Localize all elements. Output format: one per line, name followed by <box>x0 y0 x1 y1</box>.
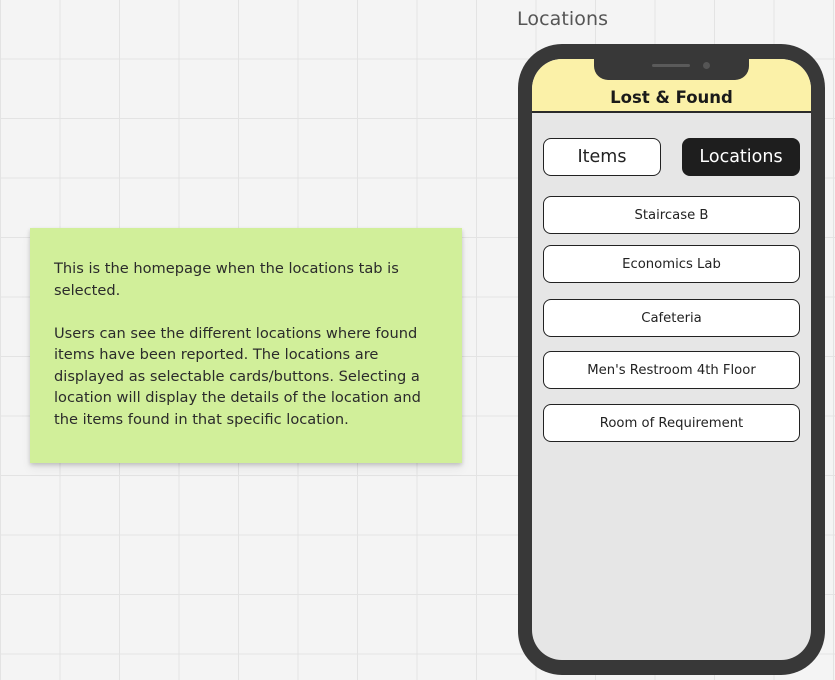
location-card-cafeteria[interactable]: Cafeteria <box>543 299 800 337</box>
phone-notch <box>594 59 749 80</box>
note-paragraph-2: Users can see the different locations wh… <box>54 324 421 428</box>
camera-icon <box>703 62 710 69</box>
location-card-room-of-requirement[interactable]: Room of Requirement <box>543 404 800 442</box>
app-title: Lost & Found <box>610 88 733 107</box>
tab-locations[interactable]: Locations <box>682 138 800 176</box>
speaker-icon <box>652 64 690 67</box>
location-card-staircase-b[interactable]: Staircase B <box>543 196 800 234</box>
sticky-note[interactable]: This is the homepage when the locations … <box>30 228 462 463</box>
location-card-mens-restroom[interactable]: Men's Restroom 4th Floor <box>543 351 800 389</box>
frame-title: Locations <box>517 8 609 30</box>
phone-mockup: Lost & Found Items Locations Staircase B… <box>518 44 825 675</box>
location-card-economics-lab[interactable]: Economics Lab <box>543 245 800 283</box>
phone-screen: Lost & Found Items Locations Staircase B… <box>532 59 811 660</box>
tab-items[interactable]: Items <box>543 138 661 176</box>
note-paragraph-1: This is the homepage when the locations … <box>54 260 399 299</box>
